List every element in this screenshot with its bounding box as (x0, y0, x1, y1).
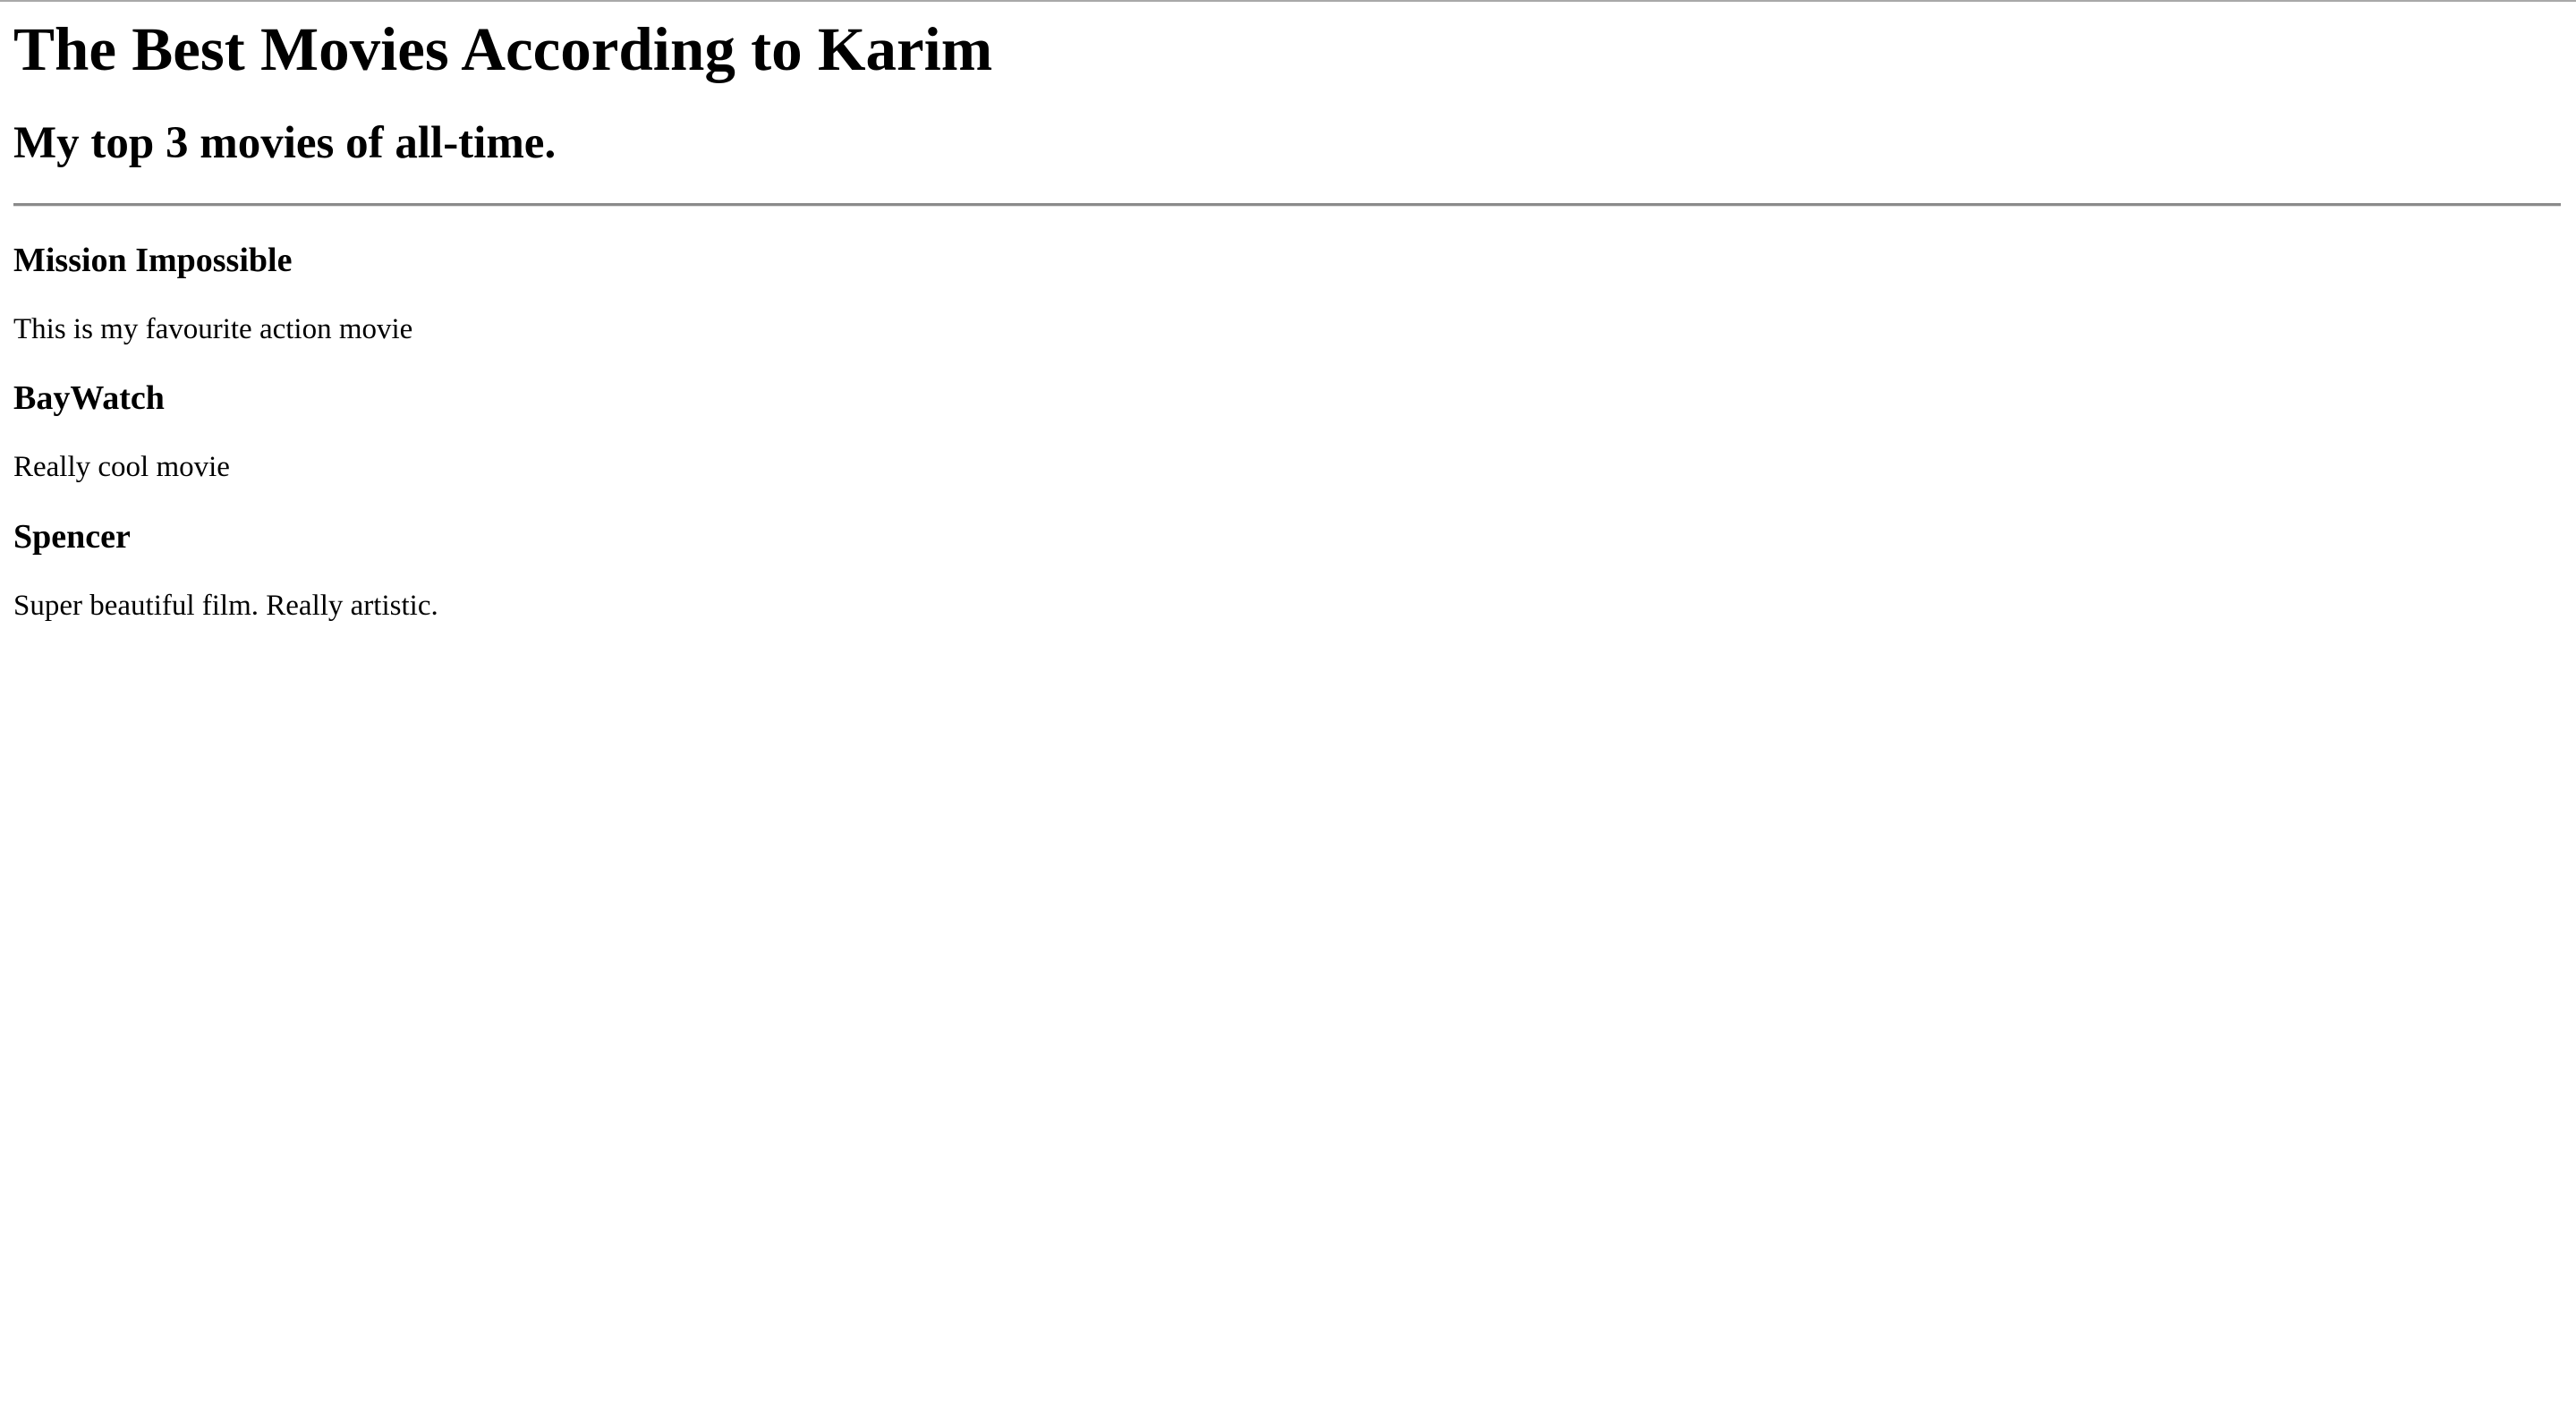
page-title: The Best Movies According to Karim (13, 15, 993, 83)
page-subtitle: My top 3 movies of all-time. (13, 118, 557, 168)
movie-description-1: This is my favourite action movie (13, 313, 413, 345)
movie-title-1: Mission Impossible (13, 242, 293, 279)
browser-top-border (0, 0, 2576, 2)
movie-title-3: Spencer (13, 518, 131, 556)
horizontal-divider (13, 203, 2561, 207)
movie-description-2: Really cool movie (13, 451, 230, 483)
movie-description-3: Super beautiful film. Really artistic. (13, 590, 438, 622)
movie-title-2: BayWatch (13, 379, 165, 417)
